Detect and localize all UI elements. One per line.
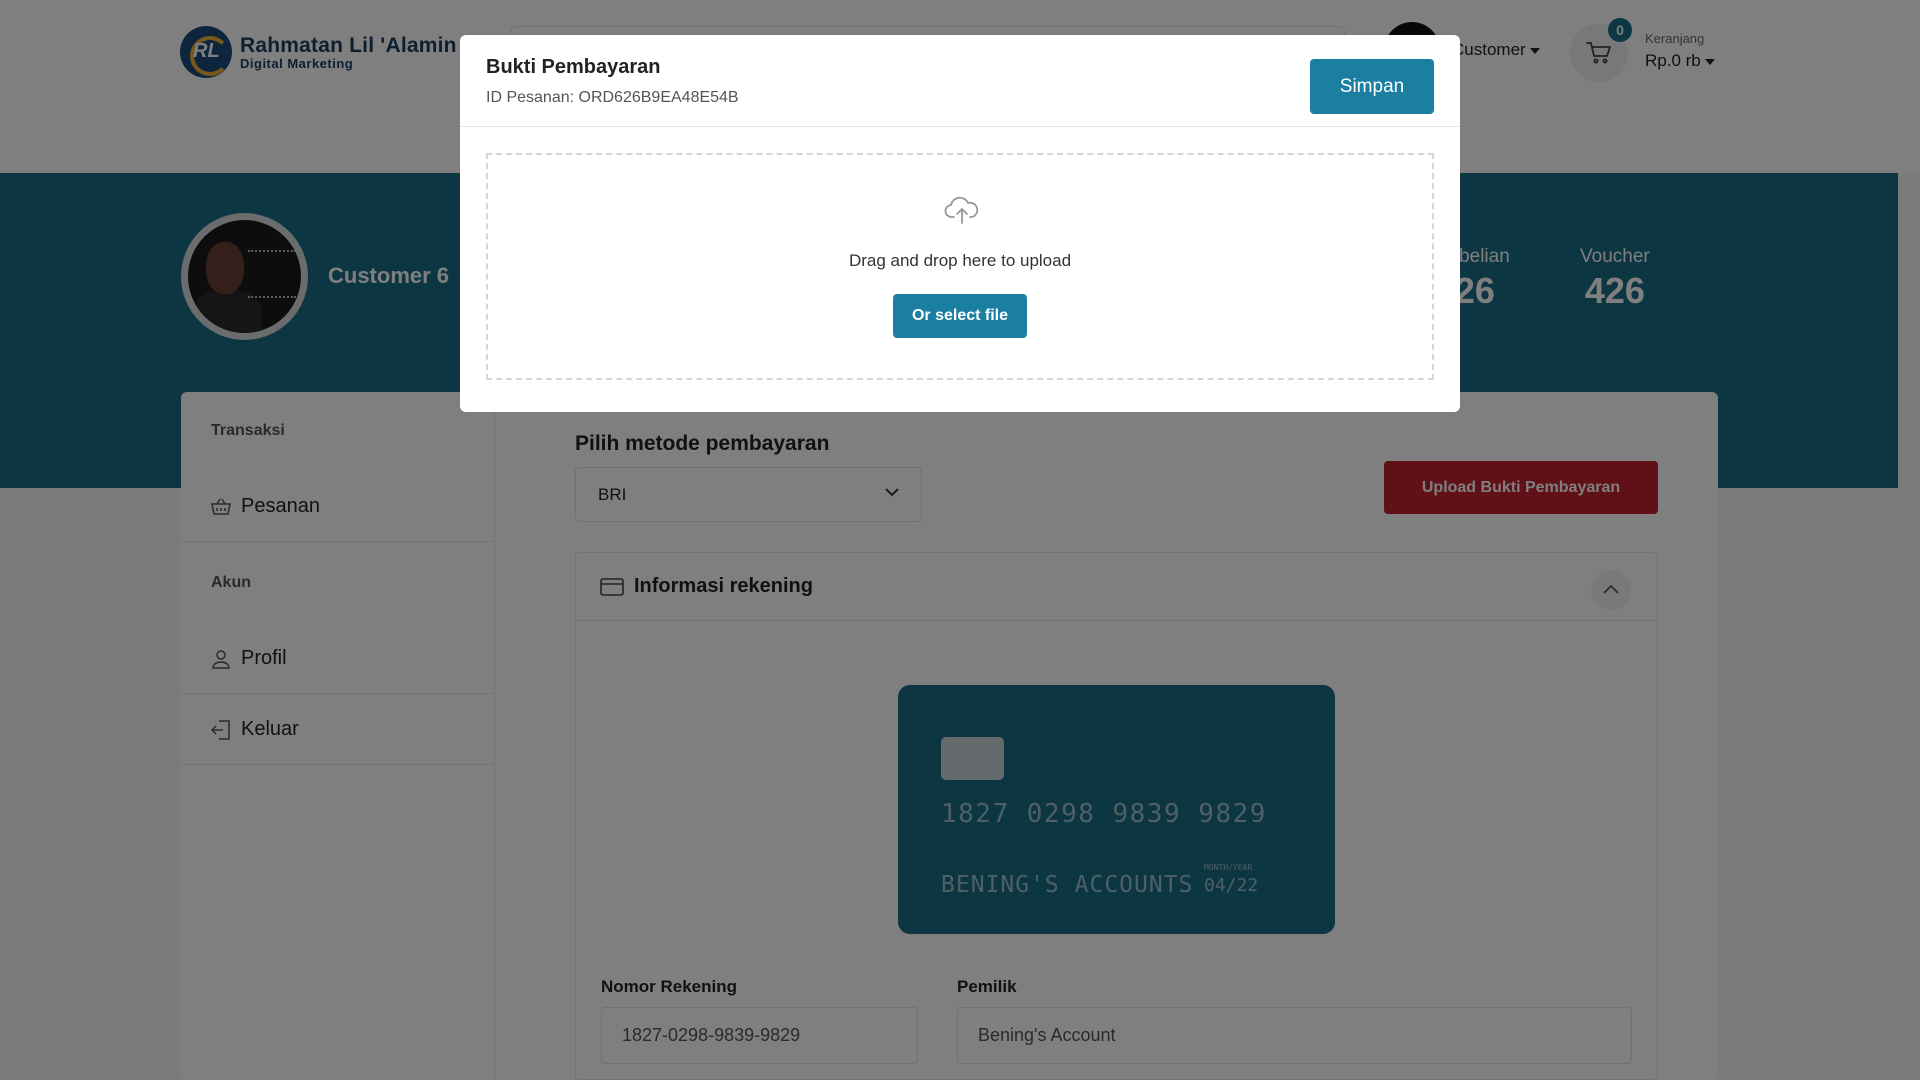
select-file-button[interactable]: Or select file — [893, 294, 1027, 338]
modal-title: Bukti Pembayaran — [486, 56, 661, 78]
modal-header: Bukti Pembayaran ID Pesanan: ORD626B9EA4… — [460, 35, 1460, 127]
dropzone-text: Drag and drop here to upload — [848, 251, 1072, 270]
upload-dropzone[interactable]: Drag and drop here to upload Or select f… — [486, 153, 1434, 380]
payment-proof-modal: Bukti Pembayaran ID Pesanan: ORD626B9EA4… — [460, 35, 1460, 412]
save-button[interactable]: Simpan — [1310, 59, 1434, 114]
order-id: ID Pesanan: ORD626B9EA48E54B — [486, 89, 739, 106]
cloud-upload-icon — [944, 196, 979, 224]
